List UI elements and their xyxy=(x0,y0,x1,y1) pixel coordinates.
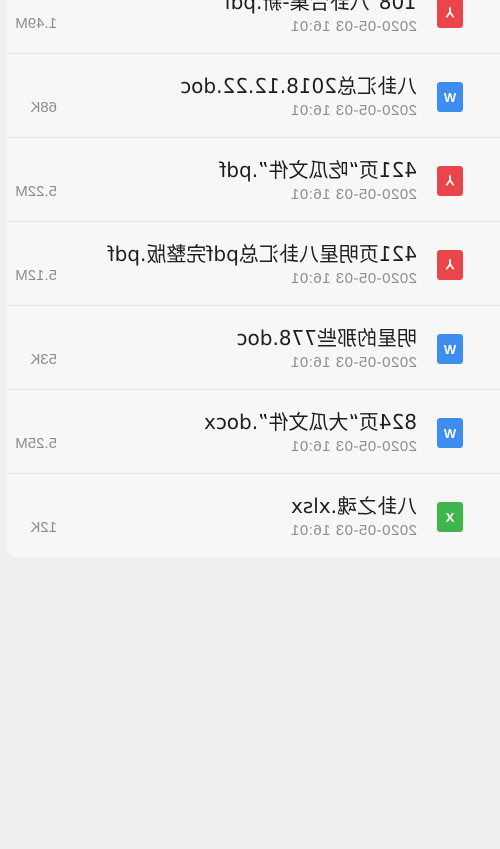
word-glyph: W xyxy=(443,341,457,357)
excel-glyph: X xyxy=(445,509,455,525)
word-icon: W xyxy=(437,418,463,448)
pdf-glyph: ⅄ xyxy=(446,5,454,20)
file-size: 68K xyxy=(30,99,57,116)
excel-icon: X xyxy=(437,502,463,532)
file-row[interactable]: X 八卦之魂.xlsx 2020-05-03 16:01 12K xyxy=(7,474,500,558)
file-date: 2020-05-03 16:01 xyxy=(290,102,417,119)
file-row[interactable]: W 明星的那些778.doc 2020-05-03 16:01 53K xyxy=(7,306,500,390)
pdf-icon: ⅄ xyxy=(437,166,463,196)
file-row[interactable]: ⅄ 421页明星八卦汇总pdf完整版.pdf 2020-05-03 16:01 … xyxy=(7,222,500,306)
word-glyph: W xyxy=(443,89,457,105)
screen: ⅄ 108"八卦合集-新.pdf 2020-05-03 16:01 1.49M … xyxy=(0,0,500,849)
file-date: 2020-05-03 16:01 xyxy=(290,354,417,371)
word-icon: W xyxy=(437,82,463,112)
file-list: ⅄ 108"八卦合集-新.pdf 2020-05-03 16:01 1.49M … xyxy=(7,0,500,557)
file-size: 5.22M xyxy=(15,183,57,200)
file-size: 1.49M xyxy=(15,15,57,32)
file-row[interactable]: W 八卦汇总2018.12.22.doc 2020-05-03 16:01 68… xyxy=(7,54,500,138)
pdf-glyph: ⅄ xyxy=(446,173,454,188)
file-name: 824页“大瓜文件”.docx xyxy=(203,410,417,434)
file-date: 2020-05-03 16:01 xyxy=(290,18,417,35)
pdf-icon: ⅄ xyxy=(437,0,463,28)
file-name: 八卦汇总2018.12.22.doc xyxy=(180,74,417,98)
pdf-icon: ⅄ xyxy=(437,250,463,280)
file-row[interactable]: W 824页“大瓜文件”.docx 2020-05-03 16:01 5.25M xyxy=(7,390,500,474)
file-name: 421页“吃瓜文件”.pdf xyxy=(219,158,417,182)
file-date: 2020-05-03 16:01 xyxy=(290,438,417,455)
word-glyph: W xyxy=(443,425,457,441)
file-date: 2020-05-03 16:01 xyxy=(290,186,417,203)
file-size: 5.25M xyxy=(15,435,57,452)
file-size: 53K xyxy=(30,351,57,368)
file-row[interactable]: ⅄ 108"八卦合集-新.pdf 2020-05-03 16:01 1.49M xyxy=(7,0,500,54)
file-name: 八卦之魂.xlsx xyxy=(290,494,417,518)
mirrored-view: ⅄ 108"八卦合集-新.pdf 2020-05-03 16:01 1.49M … xyxy=(0,0,500,849)
file-name: 421页明星八卦汇总pdf完整版.pdf xyxy=(107,242,417,266)
file-row[interactable]: ⅄ 421页“吃瓜文件”.pdf 2020-05-03 16:01 5.22M xyxy=(7,138,500,222)
file-name: 明星的那些778.doc xyxy=(236,326,417,350)
file-date: 2020-05-03 16:01 xyxy=(290,522,417,539)
file-size: 5.12M xyxy=(15,267,57,284)
file-size: 12K xyxy=(30,519,57,536)
word-icon: W xyxy=(437,334,463,364)
file-date: 2020-05-03 16:01 xyxy=(290,270,417,287)
file-name: 108"八卦合集-新.pdf xyxy=(223,0,417,14)
pdf-glyph: ⅄ xyxy=(446,257,454,272)
